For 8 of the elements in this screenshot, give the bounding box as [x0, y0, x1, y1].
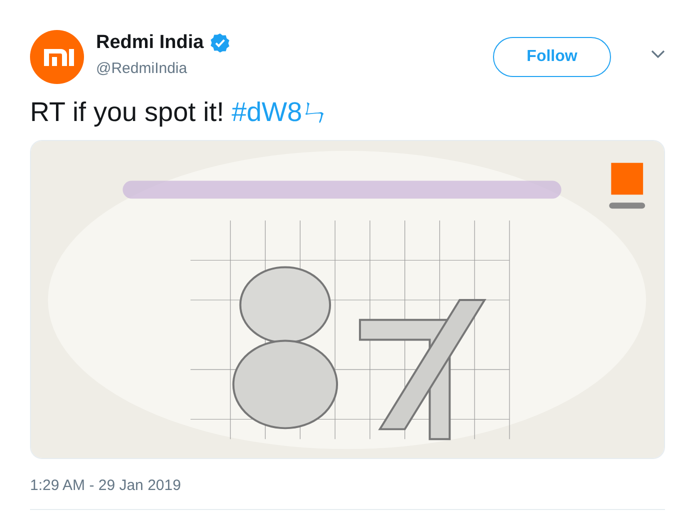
- account-handle[interactable]: @RedmiIndia: [96, 60, 481, 77]
- tweet-text: RT if you spot it! #dW8ㄣ: [30, 96, 330, 129]
- chevron-down-icon[interactable]: [651, 50, 665, 58]
- account-name[interactable]: Redmi India: [96, 32, 204, 54]
- avatar-icon[interactable]: [30, 30, 84, 84]
- tweet-timestamp[interactable]: 1:29 AM - 29 Jan 2019: [30, 477, 665, 494]
- follow-button[interactable]: Follow: [493, 37, 611, 77]
- hashtag-link[interactable]: #dW8ㄣ: [232, 97, 330, 127]
